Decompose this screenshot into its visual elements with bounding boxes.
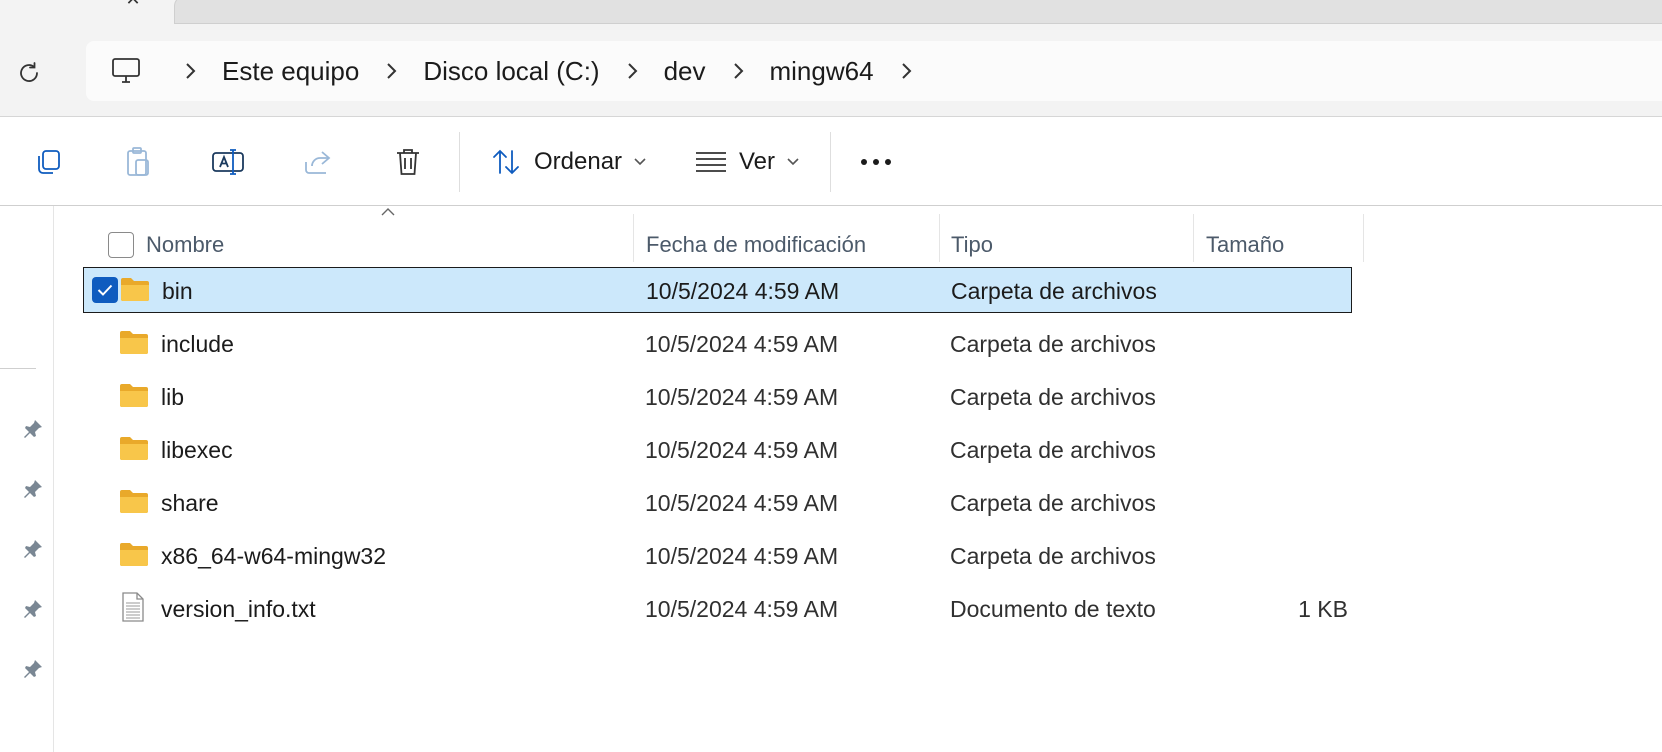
tab-strip: ✕ [0, 0, 1662, 26]
file-row[interactable]: include 10/5/2024 4:59 AM Carpeta de arc… [83, 321, 1352, 367]
share-button[interactable] [298, 142, 338, 182]
column-header-modified[interactable]: Fecha de modificación [646, 232, 866, 258]
file-name: libexec [161, 437, 233, 463]
file-type: Carpeta de archivos [951, 278, 1157, 304]
file-row[interactable]: bin 10/5/2024 4:59 AM Carpeta de archivo… [83, 267, 1352, 313]
share-icon [305, 151, 331, 174]
computer-icon [112, 58, 140, 83]
file-size: 1 KB [1298, 596, 1348, 622]
breadcrumb-item[interactable]: Este equipo [214, 41, 367, 101]
file-modified: 10/5/2024 4:59 AM [645, 384, 839, 410]
breadcrumb-item[interactable]: Disco local (C:) [415, 41, 607, 101]
toolbar-divider [830, 132, 831, 192]
checkmark-icon [97, 284, 113, 296]
file-name: lib [161, 384, 185, 410]
refresh-icon [20, 62, 38, 82]
column-header-type[interactable]: Tipo [951, 232, 993, 258]
refresh-button[interactable] [12, 56, 46, 90]
paste-icon [127, 147, 149, 176]
file-name: version_info.txt [161, 596, 316, 622]
pin-icon[interactable] [22, 658, 44, 680]
navigation-pane [0, 206, 54, 752]
sort-ascending-icon [381, 208, 395, 216]
chevron-right-icon[interactable] [608, 41, 656, 101]
breadcrumb-item[interactable]: mingw64 [762, 41, 882, 101]
column-divider[interactable] [1363, 214, 1364, 262]
pin-icon[interactable] [22, 598, 44, 620]
more-options-button[interactable] [856, 142, 896, 182]
paste-button[interactable] [118, 142, 158, 182]
sort-icon [493, 149, 519, 175]
address-bar[interactable]: Este equipo Disco local (C:) dev mingw64 [86, 41, 1662, 101]
file-modified: 10/5/2024 4:59 AM [645, 437, 839, 463]
view-button[interactable]: Ver [695, 140, 799, 184]
file-modified: 10/5/2024 4:59 AM [646, 278, 840, 304]
chevron-right-icon[interactable] [882, 41, 930, 101]
file-modified: 10/5/2024 4:59 AM [645, 331, 839, 357]
folder-icon [120, 490, 148, 513]
file-type: Carpeta de archivos [950, 437, 1156, 463]
file-row[interactable]: share 10/5/2024 4:59 AM Carpeta de archi… [83, 480, 1352, 526]
file-row[interactable]: x86_64-w64-mingw32 10/5/2024 4:59 AM Car… [83, 533, 1352, 579]
pin-icon[interactable] [22, 478, 44, 500]
chevron-right-icon[interactable] [714, 41, 762, 101]
pin-icon[interactable] [22, 418, 44, 440]
column-header-name[interactable]: Nombre [146, 232, 224, 258]
address-area: Este equipo Disco local (C:) dev mingw64 [0, 26, 1662, 117]
close-tab-icon[interactable]: ✕ [122, 0, 144, 8]
chevron-right-icon[interactable] [367, 41, 415, 101]
folder-icon [120, 384, 148, 407]
file-row[interactable]: libexec 10/5/2024 4:59 AM Carpeta de arc… [83, 427, 1352, 473]
column-divider[interactable] [1193, 214, 1194, 262]
file-type: Carpeta de archivos [950, 384, 1156, 410]
view-label: Ver [739, 148, 776, 175]
sort-button[interactable]: Ordenar [490, 140, 646, 184]
column-header-size[interactable]: Tamaño [1206, 232, 1284, 258]
chevron-right-icon[interactable] [166, 41, 214, 101]
trash-icon [397, 149, 419, 175]
copy-button[interactable] [28, 142, 68, 182]
file-type: Carpeta de archivos [950, 543, 1156, 569]
inactive-tab[interactable] [174, 0, 1662, 24]
copy-icon [38, 150, 60, 174]
rename-button[interactable] [208, 142, 248, 182]
file-row[interactable]: version_info.txt 10/5/2024 4:59 AM Docum… [83, 586, 1352, 632]
text-file-icon [122, 592, 144, 622]
command-bar: Ordenar Ver [0, 118, 1662, 206]
delete-button[interactable] [388, 142, 428, 182]
column-divider[interactable] [633, 214, 634, 262]
sort-label: Ordenar [534, 148, 623, 175]
file-type: Carpeta de archivos [950, 490, 1156, 516]
pin-icon[interactable] [22, 538, 44, 560]
folder-icon [121, 278, 149, 301]
file-modified: 10/5/2024 4:59 AM [645, 596, 839, 622]
breadcrumb-item[interactable]: dev [656, 41, 714, 101]
folder-icon [120, 543, 148, 566]
folder-icon [120, 331, 148, 354]
file-name: share [161, 490, 219, 516]
chevron-down-icon [634, 158, 646, 166]
file-name: x86_64-w64-mingw32 [161, 543, 387, 569]
file-modified: 10/5/2024 4:59 AM [645, 490, 839, 516]
file-row[interactable]: lib 10/5/2024 4:59 AM Carpeta de archivo… [83, 374, 1352, 420]
list-view-icon [696, 152, 726, 172]
chevron-down-icon [787, 158, 799, 166]
column-divider[interactable] [939, 214, 940, 262]
row-checkbox[interactable] [92, 277, 118, 303]
select-all-checkbox[interactable] [108, 232, 134, 258]
file-type: Documento de texto [950, 596, 1156, 622]
file-name: bin [162, 278, 193, 304]
nav-divider [0, 368, 36, 369]
folder-icon [120, 437, 148, 460]
file-name: include [161, 331, 234, 357]
this-pc-crumb[interactable] [86, 41, 166, 101]
more-icon [861, 159, 891, 165]
rename-icon [212, 149, 244, 175]
file-modified: 10/5/2024 4:59 AM [645, 543, 839, 569]
file-type: Carpeta de archivos [950, 331, 1156, 357]
toolbar-divider [459, 132, 460, 192]
